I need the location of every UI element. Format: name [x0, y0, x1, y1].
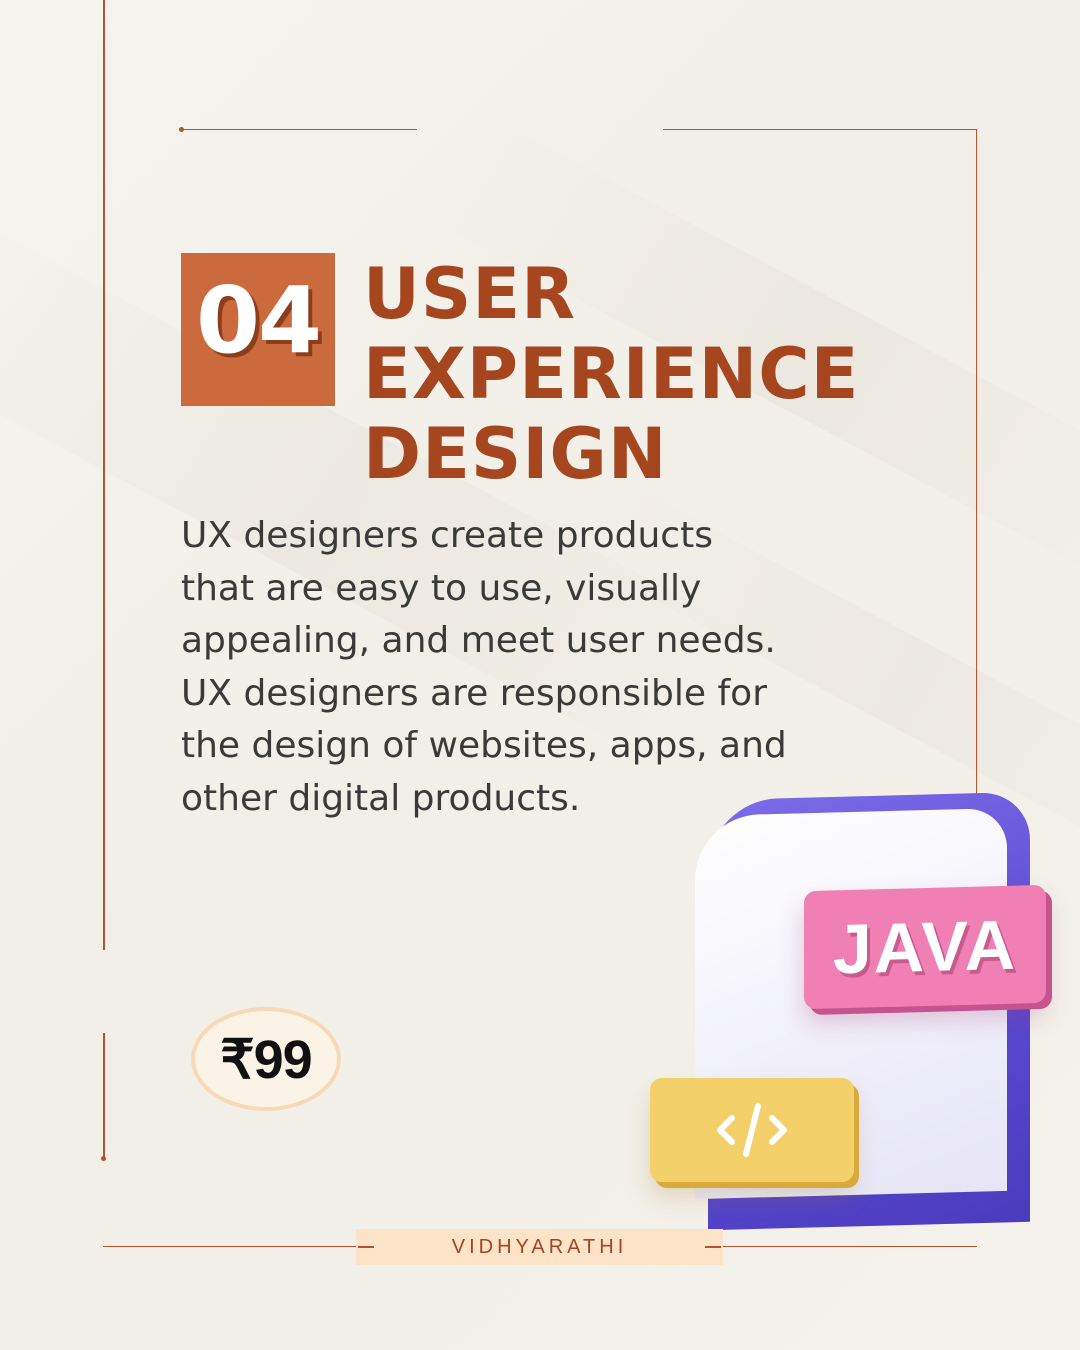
page-title: USER EXPERIENCE DESIGN [363, 254, 859, 494]
frame-top-right-line [663, 129, 977, 130]
title-line: EXPERIENCE [363, 333, 860, 415]
price-badge: ₹99 [191, 1007, 341, 1111]
code-brackets-icon [717, 1103, 787, 1157]
description-line: other digital products. [181, 777, 581, 819]
code-tag [650, 1078, 854, 1182]
brand-dash-right [705, 1246, 721, 1248]
brand-bar: VIDHYARATHI [356, 1229, 723, 1265]
frame-bottom-left-line [103, 1246, 356, 1247]
price-label: ₹99 [220, 1029, 312, 1090]
brand-name: VIDHYARATHI [451, 1235, 628, 1258]
brand-dash-left [358, 1246, 374, 1248]
frame-left-line-lower [103, 1033, 105, 1158]
description-line: UX designers are responsible for [181, 672, 768, 714]
description-line: that are easy to use, visually [181, 567, 702, 609]
section-number: 04 [195, 267, 322, 374]
java-tag-label: JAVA [832, 905, 1018, 989]
frame-dot [179, 127, 184, 132]
title-line: USER [363, 253, 576, 335]
frame-right-line [976, 129, 977, 809]
frame-dot [101, 1156, 106, 1161]
description-line: UX designers create products [181, 515, 713, 556]
frame-bottom-right-line [723, 1246, 977, 1247]
frame-top-left-line [182, 129, 417, 130]
description-line: appealing, and meet user needs. [181, 620, 776, 661]
description: UX designers create products that are ea… [181, 510, 841, 825]
frame-left-line [103, 0, 105, 950]
section-number-badge: 04 [181, 253, 335, 406]
title-line: DESIGN [363, 413, 668, 495]
description-line: the design of websites, apps, and [181, 725, 787, 766]
java-tag: JAVA [804, 884, 1046, 1010]
